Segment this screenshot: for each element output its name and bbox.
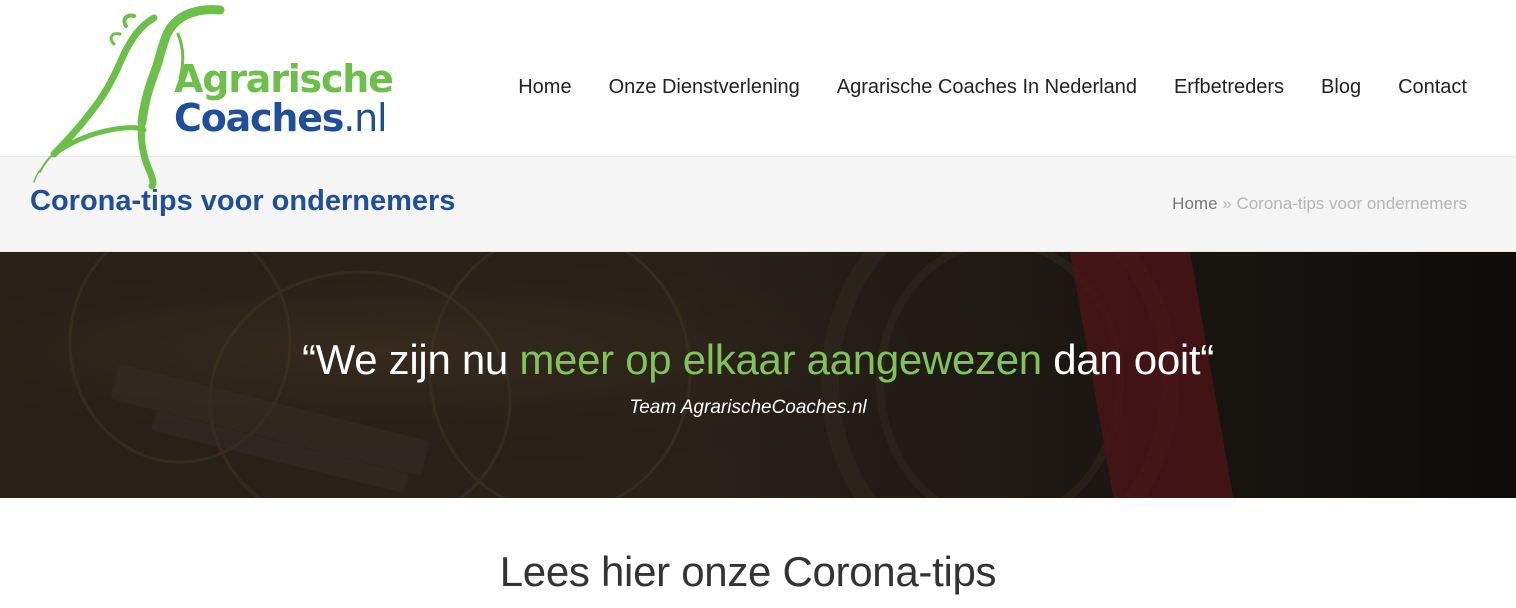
breadcrumb: Home » Corona-tips voor ondernemers [1172, 194, 1467, 214]
nav-item-agrarische-coaches[interactable]: Agrarische Coaches In Nederland [837, 76, 1137, 99]
logo-text-line2: Coaches.nl [174, 96, 388, 140]
logo-text-coaches: Coaches [174, 96, 344, 140]
nav-item-blog[interactable]: Blog [1321, 76, 1361, 99]
logo-text-suffix: .nl [343, 96, 387, 140]
hero-quote-highlight: meer op elkaar aangewezen [519, 336, 1042, 383]
breadcrumb-current: Corona-tips voor ondernemers [1236, 194, 1467, 213]
site-logo[interactable]: Agrarische Coaches.nl [28, 4, 398, 190]
main-nav: Home Onze Dienstverlening Agrarische Coa… [518, 76, 1467, 99]
hero-banner: “We zijn nu meer op elkaar aangewezen da… [0, 252, 1516, 498]
hero-quote: “We zijn nu meer op elkaar aangewezen da… [0, 336, 1516, 384]
nav-item-contact[interactable]: Contact [1398, 76, 1467, 99]
nav-item-onze-dienstverlening[interactable]: Onze Dienstverlening [609, 76, 800, 99]
breadcrumb-separator: » [1217, 194, 1237, 213]
nav-item-home[interactable]: Home [518, 76, 571, 99]
logo-text-line1: Agrarische [174, 57, 394, 101]
breadcrumb-home-link[interactable]: Home [1172, 194, 1217, 213]
hero-quote-close: dan ooit“ [1041, 336, 1214, 383]
section-heading: Lees hier onze Corona-tips [499, 548, 997, 595]
hero-quote-open: “We zijn nu [301, 336, 520, 383]
nav-item-erfbetreders[interactable]: Erfbetreders [1174, 76, 1284, 99]
hero-quote-author: Team AgrarischeCoaches.nl [629, 397, 867, 418]
